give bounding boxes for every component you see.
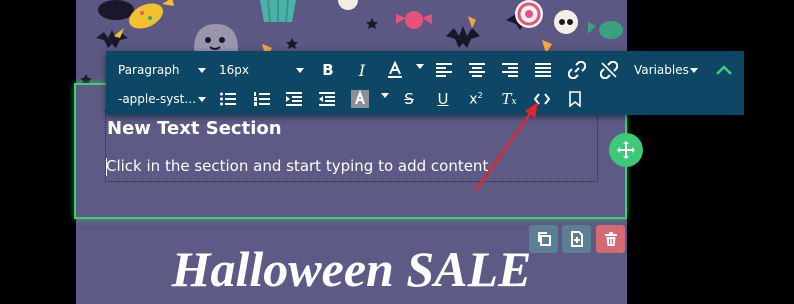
superscript-icon[interactable]: x2 <box>466 89 486 109</box>
underline-icon[interactable]: U <box>433 89 453 109</box>
rich-text-toolbar: Paragraph 16px B I Variables -apple-syst <box>106 51 744 115</box>
link-icon[interactable] <box>567 60 587 80</box>
section-heading[interactable]: New Text Section <box>107 118 282 139</box>
format-select[interactable]: Paragraph <box>118 61 208 79</box>
move-icon <box>617 141 635 159</box>
align-justify-icon[interactable] <box>533 60 553 80</box>
move-button[interactable] <box>609 133 643 167</box>
format-select-value: Paragraph <box>118 63 180 77</box>
outdent-icon[interactable] <box>317 89 337 109</box>
highlight-dropdown-icon[interactable] <box>381 93 389 98</box>
numbered-list-icon[interactable] <box>252 89 272 109</box>
clear-format-icon[interactable]: Tx <box>499 89 519 109</box>
superscript-mark: 2 <box>477 90 483 100</box>
italic-icon[interactable]: I <box>352 60 372 80</box>
size-select[interactable]: 16px <box>219 61 307 79</box>
font-select-value: -apple-syst… <box>118 92 197 106</box>
bookmark-icon[interactable] <box>565 89 585 109</box>
highlight-icon[interactable] <box>350 89 370 109</box>
page-title: Halloween SALE <box>171 241 532 297</box>
section-body[interactable]: Click in the section and start typing to… <box>106 157 493 175</box>
font-select[interactable]: -apple-syst… <box>118 90 208 108</box>
text-color-dropdown-icon[interactable] <box>416 64 424 69</box>
bold-icon[interactable]: B <box>318 60 338 80</box>
align-left-icon[interactable] <box>434 60 454 80</box>
size-select-value: 16px <box>219 63 249 77</box>
chevron-down-icon <box>296 68 304 73</box>
variables-menu[interactable]: Variables <box>634 61 700 79</box>
chevron-down-icon <box>690 68 698 73</box>
variables-label: Variables <box>634 63 689 77</box>
indent-icon[interactable] <box>284 89 304 109</box>
strikethrough-icon[interactable]: S <box>399 89 419 109</box>
chevron-down-icon <box>198 97 206 102</box>
collapse-icon[interactable] <box>714 60 734 80</box>
chevron-down-icon <box>198 68 206 73</box>
source-code-icon[interactable] <box>532 89 552 109</box>
align-center-icon[interactable] <box>467 60 487 80</box>
text-color-icon[interactable] <box>385 60 405 80</box>
bullet-list-icon[interactable] <box>218 89 238 109</box>
unlink-icon[interactable] <box>599 60 619 80</box>
align-right-icon[interactable] <box>500 60 520 80</box>
